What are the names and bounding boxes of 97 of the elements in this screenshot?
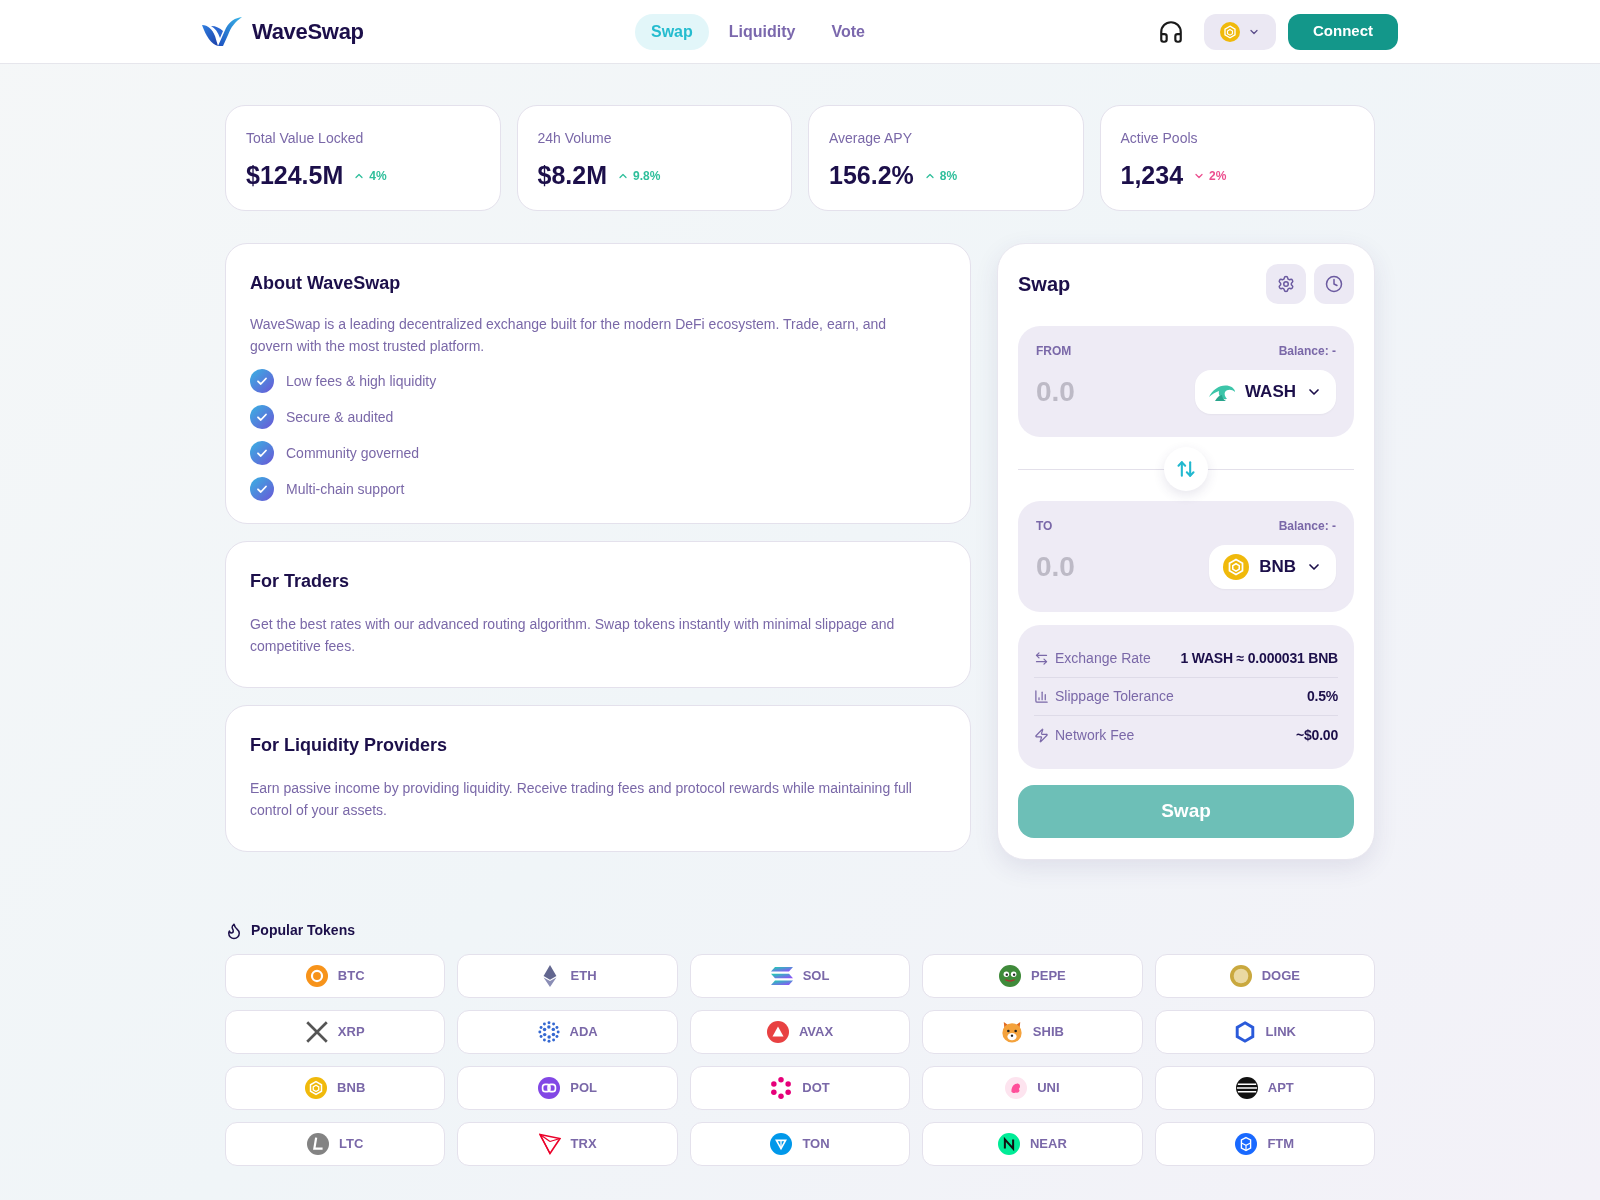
nav-tab[interactable]: Liquidity — [712, 13, 812, 50]
triangle-coin-icon — [770, 1133, 793, 1155]
clock-icon — [1325, 275, 1343, 293]
panel-label: TO — [1036, 518, 1053, 535]
feature-text: Community governed — [286, 443, 420, 463]
history-button[interactable] — [1314, 264, 1354, 304]
stat-value: 156.2% — [829, 160, 914, 191]
token-selector[interactable]: WASH — [1195, 370, 1336, 414]
token-chip[interactable]: NEAR — [922, 1122, 1143, 1166]
card-title: About WaveSwap — [250, 272, 402, 295]
swap-arrows-icon — [1176, 459, 1196, 479]
panel-label: FROM — [1036, 343, 1072, 360]
check-icon — [250, 477, 274, 501]
token-chip[interactable]: BNB — [225, 1066, 446, 1110]
headset-icon[interactable] — [1158, 18, 1184, 45]
card-title: For Liquidity Providers — [250, 734, 449, 757]
brand-name: WaveSwap — [252, 18, 364, 46]
token-chip[interactable]: LINK — [1154, 1010, 1375, 1054]
token-chip[interactable]: SOL — [689, 954, 911, 998]
loops-icon — [538, 1077, 561, 1099]
token-selector[interactable]: BNB — [1209, 545, 1336, 589]
detail-value: 0.5% — [1306, 687, 1338, 706]
hexagon-icon — [1233, 1021, 1256, 1043]
feature-text: Multi-chain support — [286, 479, 405, 499]
token-chip[interactable]: PEPE — [922, 954, 1143, 998]
bar-chart-icon — [1034, 689, 1049, 704]
stat-label: 24h Volume — [537, 129, 613, 148]
check-icon — [250, 405, 274, 429]
card-title: For Traders — [250, 570, 351, 593]
balance-text: Balance: - — [1278, 518, 1336, 535]
change-indicator: 8% — [923, 166, 958, 185]
zigzag-icon — [997, 1133, 1020, 1155]
cube-coin-icon — [305, 1077, 328, 1099]
detail-label: Slippage Tolerance — [1055, 687, 1174, 706]
blob-icon — [1005, 1077, 1028, 1099]
striped-circle-icon — [1235, 1077, 1258, 1099]
stat-value: 1,234 — [1120, 160, 1184, 191]
swap-arrows-icon — [1034, 651, 1049, 666]
stat-value: $8.2M — [537, 160, 607, 191]
change-indicator: 4% — [353, 166, 387, 185]
token-chip[interactable]: DOT — [689, 1066, 911, 1110]
card-description: WaveSwap is a leading decentralized exchange built for the modern DeFi ecosystem. Trade, earn, and govern with the most trusted platform. — [250, 315, 888, 356]
token-chip[interactable]: DOGE — [1154, 954, 1375, 998]
token-chip[interactable]: AVAX — [689, 1010, 911, 1054]
token-chip[interactable]: ADA — [457, 1010, 678, 1054]
animal-face-icon — [1000, 1021, 1023, 1043]
switch-button[interactable] — [1164, 447, 1208, 491]
check-icon — [250, 441, 274, 465]
token-chip[interactable]: FTM — [1154, 1122, 1375, 1166]
token-chip[interactable]: TON — [689, 1122, 911, 1166]
lightning-icon — [1034, 727, 1049, 743]
logo-icon — [202, 16, 242, 47]
wave-icon — [1209, 383, 1235, 401]
cube-coin-icon — [1220, 21, 1240, 42]
nav-tab[interactable]: Vote — [815, 13, 881, 50]
settings-button[interactable] — [1266, 264, 1306, 304]
stripes-icon — [770, 965, 793, 987]
change-indicator: 9.8% — [617, 166, 661, 185]
face-icon — [999, 965, 1022, 987]
token-chip[interactable]: POL — [457, 1066, 678, 1110]
change-indicator: 2% — [1193, 166, 1227, 185]
token-chip[interactable]: BTC — [225, 954, 446, 998]
stat-value: $124.5M — [246, 160, 344, 191]
feature-text: Secure & audited — [286, 407, 394, 427]
swap-title: Swap — [1018, 272, 1071, 297]
token-chip[interactable]: TRX — [457, 1122, 678, 1166]
x-mark-icon — [305, 1021, 328, 1043]
coin-icon — [1229, 965, 1252, 987]
card-description: Earn passive income by providing liquidity. Receive trading fees and protocol rewards while maintaining full control of your assets. — [250, 779, 913, 820]
flame-icon — [225, 921, 243, 940]
balance-text: Balance: - — [1278, 343, 1336, 360]
detail-value: ~$0.00 — [1296, 725, 1338, 745]
token-chip[interactable]: UNI — [922, 1066, 1143, 1110]
token-chip[interactable]: LTC — [225, 1122, 446, 1166]
token-chip[interactable]: APT — [1154, 1066, 1375, 1110]
settings-icon — [1277, 275, 1295, 293]
coin-icon — [307, 1133, 330, 1155]
detail-value: 1 WASH ≈ 0.000031 BNB — [1180, 649, 1338, 668]
stat-label: Total Value Locked — [246, 129, 365, 148]
triangle-outline-icon — [538, 1133, 561, 1155]
dots-ring-icon — [537, 1021, 560, 1043]
feature-text: Low fees & high liquidity — [286, 371, 437, 391]
dots-ring-icon — [770, 1077, 793, 1099]
cube-coin-icon — [1223, 554, 1250, 580]
token-chip[interactable]: SHIB — [922, 1010, 1143, 1054]
detail-label: Network Fee — [1055, 725, 1135, 745]
stat-label: Average APY — [829, 129, 914, 148]
cube-coin-icon — [1235, 1133, 1258, 1155]
check-icon — [250, 369, 274, 393]
detail-label: Exchange Rate — [1055, 649, 1151, 668]
card-description: Get the best rates with our advanced routing algorithm. Swap tokens instantly with minimal slippage and competitive fees. — [250, 615, 896, 656]
connect-button[interactable]: Connect — [1288, 13, 1398, 50]
token-chip[interactable]: ETH — [457, 954, 678, 998]
stat-label: Active Pools — [1120, 129, 1199, 148]
section-title: Popular Tokens — [251, 921, 355, 940]
coin-icon — [305, 965, 328, 987]
token-chip[interactable]: XRP — [225, 1010, 446, 1054]
